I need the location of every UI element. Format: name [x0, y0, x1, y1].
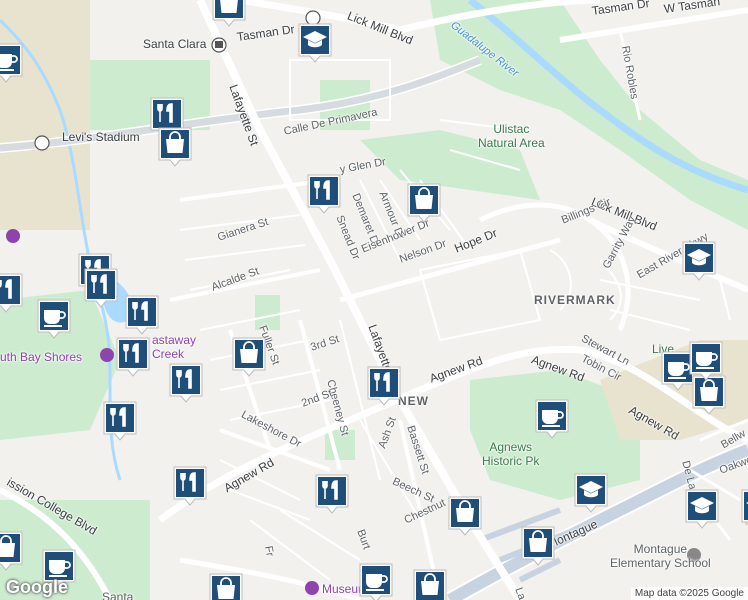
point-of-interest-icon[interactable] [6, 229, 20, 243]
map-marker-school-cap[interactable] [740, 488, 748, 528]
place-label-agnews-historic-pk: Agnews Historic Pk [482, 440, 540, 468]
map-marker-school-cap[interactable] [681, 240, 717, 281]
map-marker-restaurant[interactable] [115, 336, 151, 377]
map-canvas[interactable]: Lick Mill Blvd Tasman Dr W Tasman Tasman… [0, 0, 748, 600]
school-cap-icon [298, 23, 332, 63]
shopping-bag-icon [158, 127, 192, 167]
coffee-cup-icon [37, 299, 71, 339]
map-marker-restaurant[interactable] [83, 267, 119, 308]
restaurant-icon [169, 363, 203, 403]
shopping-bag-icon [448, 496, 482, 536]
map-marker-coffee-cup[interactable] [36, 298, 72, 339]
coffee-cup-icon [535, 399, 569, 439]
map-marker-school-cap[interactable] [297, 22, 333, 63]
lock-icon [34, 135, 50, 151]
map-marker-coffee-cup[interactable] [0, 42, 24, 83]
place-label-south-bay-shores: uth Bay Shores [0, 350, 83, 364]
street-label-fr: Fr [262, 544, 276, 558]
map-marker-shopping-bag[interactable] [208, 572, 244, 600]
map-marker-restaurant[interactable] [0, 272, 24, 313]
coffee-cup-icon [689, 341, 723, 381]
restaurant-icon [0, 273, 23, 313]
restaurant-icon [173, 466, 207, 506]
shopping-bag-icon [212, 0, 246, 27]
map-marker-coffee-cup[interactable] [534, 398, 570, 439]
place-label-ulistac-natural-area: Ulistac Natural Area [478, 122, 545, 150]
restaurant-icon [103, 401, 137, 441]
place-label-agnew: NEW [398, 394, 429, 408]
map-marker-school-cap[interactable] [573, 472, 609, 513]
place-label-castaway-creek: astaway Creek [152, 333, 197, 361]
map-attribution: Map data ©2025 Google [630, 587, 748, 600]
coffee-cup-icon [359, 563, 393, 600]
shopping-bag-icon [232, 337, 266, 377]
map-marker-restaurant[interactable] [102, 400, 138, 441]
place-label-montague-elementary: Montague Elementary School [610, 542, 711, 570]
map-marker-shopping-bag[interactable] [211, 0, 247, 27]
restaurant-icon [116, 337, 150, 377]
place-label-levis-stadium: Levi's Stadium [62, 130, 140, 144]
w-tasman-dr [559, 7, 748, 43]
place-label-rivermark: RIVERMARK [534, 293, 616, 307]
point-of-interest-icon[interactable] [100, 348, 114, 362]
school-cap-icon [685, 489, 719, 529]
place-label-santa-clara: Santa Clara [143, 37, 207, 51]
map-marker-coffee-cup[interactable] [688, 340, 724, 381]
map-marker-restaurant[interactable] [314, 473, 350, 514]
coffee-cup-icon [0, 43, 23, 83]
shopping-bag-icon [209, 573, 243, 600]
restaurant-icon [307, 174, 341, 214]
shopping-bag-icon [0, 531, 23, 571]
map-marker-restaurant[interactable] [172, 465, 208, 506]
map-marker-restaurant[interactable] [366, 365, 402, 406]
map-marker-shopping-bag[interactable] [520, 525, 556, 566]
train-station-icon [215, 41, 223, 48]
map-marker-shopping-bag[interactable] [406, 182, 442, 223]
restaurant-icon [367, 366, 401, 406]
map-marker-restaurant[interactable] [168, 362, 204, 403]
school-cap-icon [574, 473, 608, 513]
place-label-santa: Santa [102, 590, 134, 600]
map-marker-coffee-cup[interactable] [358, 562, 394, 600]
shopping-bag-icon [521, 526, 555, 566]
school-cap-icon [682, 241, 716, 281]
map-marker-school-cap[interactable] [684, 488, 720, 529]
restaurant-icon [84, 268, 118, 308]
map-marker-shopping-bag[interactable] [157, 126, 193, 167]
map-marker-shopping-bag[interactable] [412, 568, 448, 600]
shopping-bag-icon [407, 183, 441, 223]
map-marker-shopping-bag[interactable] [231, 336, 267, 377]
map-marker-shopping-bag[interactable] [447, 495, 483, 536]
restaurant-icon [125, 295, 159, 335]
google-logo: Google [6, 577, 68, 597]
map-marker-restaurant[interactable] [124, 294, 160, 335]
shopping-bag-icon [413, 569, 447, 600]
school-cap-icon [741, 489, 748, 523]
restaurant-icon [315, 474, 349, 514]
museum-icon[interactable] [305, 581, 319, 595]
map-marker-restaurant[interactable] [306, 173, 342, 214]
map-marker-shopping-bag[interactable] [0, 530, 24, 571]
